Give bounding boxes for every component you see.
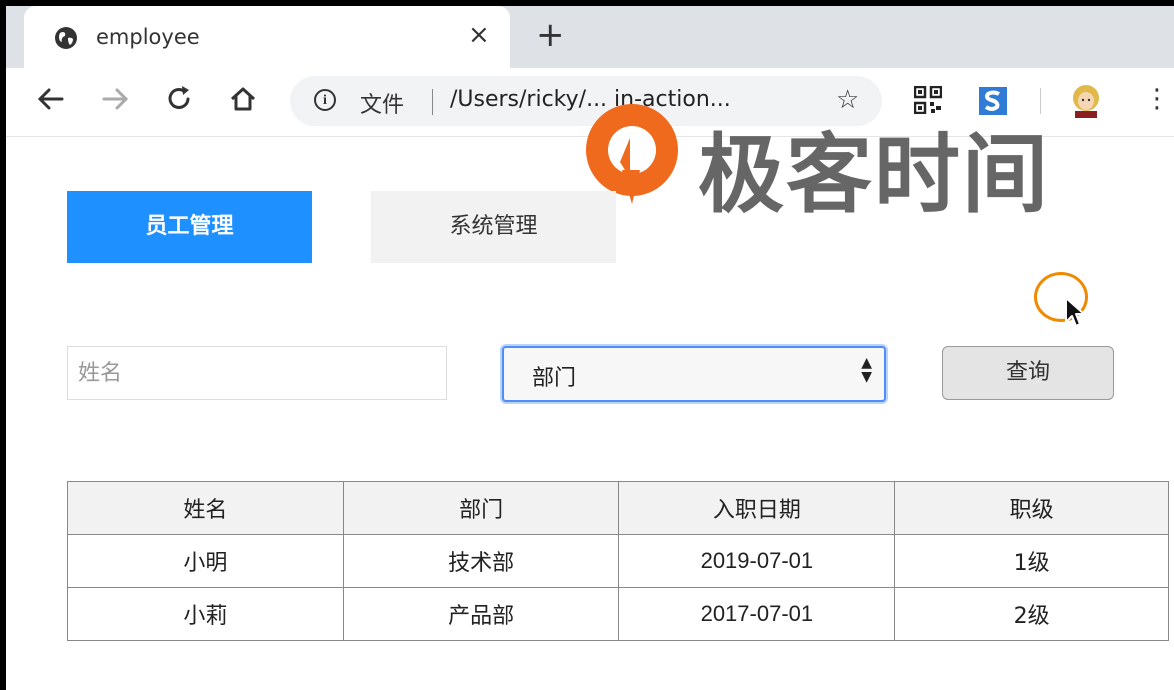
department-select[interactable]: 部门 ▲ ▼ xyxy=(502,346,886,402)
column-header-hire-date: 入职日期 xyxy=(618,481,896,535)
department-select-value: 部门 xyxy=(532,366,577,391)
table-row: 小明 技术部 2019-07-01 1级 xyxy=(67,534,1169,588)
column-header-name: 姓名 xyxy=(67,481,344,535)
menu-icon[interactable]: ⋮ xyxy=(1144,86,1170,112)
close-icon[interactable]: × xyxy=(468,22,490,48)
query-button[interactable]: 查询 xyxy=(942,346,1114,400)
profile-avatar-icon[interactable] xyxy=(1070,84,1102,118)
mouse-cursor-icon xyxy=(1065,297,1085,327)
cell-name: 小莉 xyxy=(67,587,344,641)
cell-level: 1级 xyxy=(894,534,1169,588)
watermark-text: 极客时间 xyxy=(698,125,1050,225)
cell-department: 产品部 xyxy=(342,587,620,641)
tab-title: employee xyxy=(96,25,200,49)
table-header-row: 姓名 部门 入职日期 职级 xyxy=(67,481,1169,535)
address-separator xyxy=(432,89,433,115)
globe-icon xyxy=(55,27,77,49)
reload-icon[interactable] xyxy=(162,82,196,116)
browser-tab-strip: employee × + xyxy=(6,6,1174,68)
name-search-input[interactable] xyxy=(67,346,447,400)
new-tab-icon[interactable]: + xyxy=(536,18,565,52)
employee-table: 姓名 部门 入职日期 职级 小明 技术部 2019-07-01 1级 小莉 产品… xyxy=(67,481,1169,641)
tab-employee-management[interactable]: 员工管理 xyxy=(67,191,312,263)
home-icon[interactable] xyxy=(226,82,260,116)
cell-department: 技术部 xyxy=(342,534,620,588)
select-arrows-icon: ▲ ▼ xyxy=(861,355,872,385)
tab-system-management[interactable]: 系统管理 xyxy=(371,191,616,263)
table-row: 小莉 产品部 2017-07-01 2级 xyxy=(67,587,1169,641)
cell-name: 小明 xyxy=(67,534,344,588)
cell-hire-date: 2019-07-01 xyxy=(618,534,896,588)
cell-hire-date: 2017-07-01 xyxy=(618,587,896,641)
forward-icon[interactable] xyxy=(98,82,132,116)
address-scheme-label: 文件 xyxy=(360,93,405,118)
column-header-level: 职级 xyxy=(894,481,1169,535)
browser-tab[interactable]: employee × xyxy=(24,6,510,68)
column-header-department: 部门 xyxy=(342,481,620,535)
info-icon[interactable]: i xyxy=(314,89,336,111)
cell-level: 2级 xyxy=(894,587,1169,641)
back-icon[interactable] xyxy=(34,82,68,116)
